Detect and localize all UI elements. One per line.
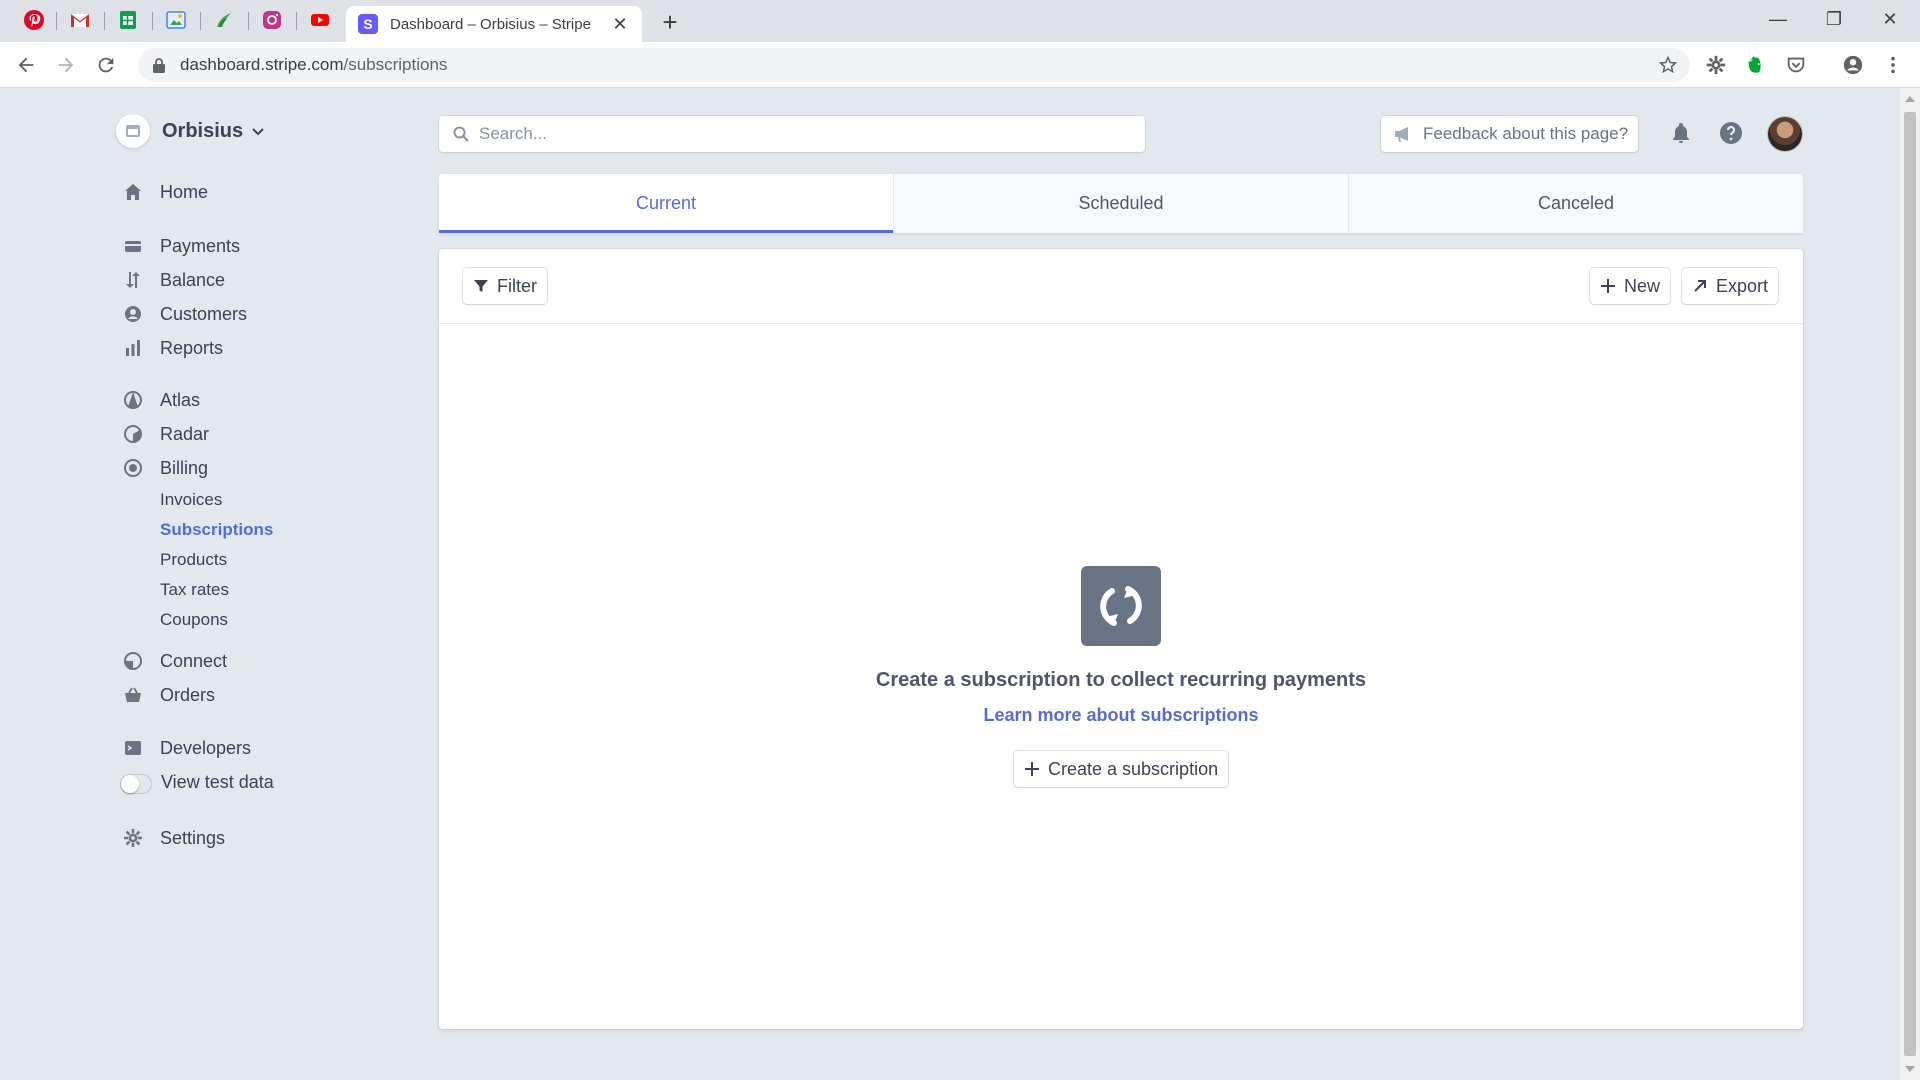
- scroll-down-arrow-icon[interactable]: [1905, 1066, 1915, 1072]
- billing-icon: [122, 457, 144, 479]
- sidebar-item-radar[interactable]: Radar: [122, 422, 209, 446]
- sidebar-subitem-coupons[interactable]: Coupons: [160, 610, 228, 630]
- megaphone-icon: [1395, 127, 1408, 142]
- scroll-up-arrow-icon[interactable]: [1905, 96, 1915, 102]
- lock-icon: [153, 58, 165, 73]
- customer-icon: [122, 303, 144, 325]
- sidebar-subitem-subscriptions[interactable]: Subscriptions: [160, 520, 273, 540]
- sidebar-item-connect[interactable]: Connect: [122, 649, 227, 673]
- browser-toolbar: dashboard.stripe.com/subscriptions: [0, 42, 1920, 88]
- tab-title: Dashboard – Orbisius – Stripe: [390, 15, 591, 33]
- payments-icon: [122, 235, 144, 257]
- help-icon[interactable]: [1716, 118, 1746, 148]
- new-tab-button[interactable]: +: [656, 7, 684, 37]
- close-tab-icon[interactable]: ✕: [610, 14, 630, 34]
- sidebar-subitem-tax-rates[interactable]: Tax rates: [160, 580, 229, 600]
- radar-icon: [122, 423, 144, 445]
- settings-gear-icon: [122, 827, 144, 849]
- page-scrollbar[interactable]: [1900, 88, 1920, 1080]
- chevron-down-icon: [252, 128, 264, 136]
- search-input[interactable]: [479, 124, 1119, 144]
- recurring-subscription-icon: [1081, 566, 1161, 646]
- reports-chart-icon: [122, 337, 144, 359]
- evernote-icon[interactable]: [1743, 52, 1769, 78]
- reload-icon: [98, 57, 114, 73]
- maps-icon[interactable]: [164, 8, 188, 32]
- learn-more-link[interactable]: Learn more about subscriptions: [439, 705, 1803, 726]
- filter-funnel-icon: [474, 280, 488, 292]
- url-text: dashboard.stripe.com/subscriptions: [180, 55, 448, 74]
- filter-button[interactable]: Filter: [463, 268, 547, 304]
- bookmark-star-icon[interactable]: [1658, 55, 1678, 75]
- sidebar-item-payments[interactable]: Payments: [122, 234, 240, 258]
- stripe-favicon-icon: S: [358, 14, 378, 34]
- feedback-label: Feedback about this page?: [1423, 124, 1629, 143]
- back-button[interactable]: [10, 49, 42, 81]
- orders-basket-icon: [122, 684, 144, 706]
- sidebar-subitem-invoices[interactable]: Invoices: [160, 490, 222, 510]
- create-subscription-button[interactable]: Create a subscription: [1014, 751, 1229, 787]
- subscriptions-card: Filter New Export Create a subscription …: [439, 249, 1803, 1029]
- sidebar-item-billing[interactable]: Billing: [122, 456, 208, 480]
- google-sheets-icon[interactable]: [116, 8, 140, 32]
- forward-button[interactable]: [50, 49, 82, 81]
- new-subscription-button[interactable]: New: [1590, 268, 1671, 304]
- sidebar-item-customers[interactable]: Customers: [122, 302, 247, 326]
- developers-terminal-icon: [122, 737, 144, 759]
- sidebar-item-developers[interactable]: Developers: [122, 736, 251, 760]
- youtube-icon[interactable]: [308, 8, 332, 32]
- export-button[interactable]: Export: [1682, 268, 1779, 304]
- minimize-window-button[interactable]: —: [1758, 4, 1798, 34]
- sidebar-subitem-products[interactable]: Products: [160, 550, 227, 570]
- browser-menu-icon[interactable]: [1880, 52, 1906, 78]
- instagram-icon[interactable]: [260, 8, 284, 32]
- card-toolbar: Filter New Export: [439, 249, 1803, 324]
- sidebar-item-reports[interactable]: Reports: [122, 336, 223, 360]
- sidebar-item-orders[interactable]: Orders: [122, 683, 215, 707]
- connect-globe-icon: [122, 650, 144, 672]
- search-icon: [453, 126, 469, 142]
- extension-gear-icon[interactable]: [1703, 52, 1729, 78]
- sidebar-item-settings[interactable]: Settings: [122, 826, 225, 850]
- account-name: Orbisius: [162, 119, 244, 142]
- empty-state-title: Create a subscription to collect recurri…: [875, 669, 1367, 691]
- balance-arrows-icon: [122, 269, 144, 291]
- profile-icon[interactable]: [1840, 52, 1866, 78]
- maximize-window-button[interactable]: ❐: [1814, 4, 1854, 34]
- plus-icon: [1025, 762, 1039, 776]
- active-browser-tab[interactable]: S Dashboard – Orbisius – Stripe ✕: [346, 6, 642, 42]
- address-bar[interactable]: dashboard.stripe.com/subscriptions: [138, 48, 1690, 82]
- notifications-bell-icon[interactable]: [1666, 118, 1696, 148]
- sidebar-item-balance[interactable]: Balance: [122, 268, 225, 292]
- pocket-icon[interactable]: [1783, 52, 1809, 78]
- feedback-button[interactable]: Feedback about this page?: [1381, 116, 1638, 152]
- browser-tab-strip: S Dashboard – Orbisius – Stripe ✕ + — ❐ …: [0, 0, 1920, 42]
- user-avatar[interactable]: [1768, 117, 1802, 151]
- arrow-left-icon: [18, 57, 34, 73]
- tab-current[interactable]: Current: [439, 174, 894, 233]
- sidebar-item-home[interactable]: Home: [122, 180, 208, 204]
- arrow-right-icon: [58, 57, 74, 73]
- account-switcher[interactable]: Orbisius: [116, 114, 265, 148]
- reload-button[interactable]: [90, 49, 122, 81]
- scrollbar-thumb[interactable]: [1904, 112, 1916, 1056]
- home-icon: [122, 181, 144, 203]
- feedly-icon[interactable]: [212, 8, 236, 32]
- subscription-status-tabs: Current Scheduled Canceled: [439, 174, 1803, 233]
- view-test-data-toggle[interactable]: [120, 774, 152, 794]
- atlas-icon: [122, 389, 144, 411]
- close-window-button[interactable]: ✕: [1870, 4, 1910, 34]
- search-box[interactable]: [439, 116, 1145, 152]
- export-arrow-icon: [1694, 280, 1706, 292]
- tab-canceled[interactable]: Canceled: [1349, 174, 1803, 233]
- tab-scheduled[interactable]: Scheduled: [894, 174, 1349, 233]
- view-test-data-label: View test data: [161, 772, 274, 792]
- sidebar-item-atlas[interactable]: Atlas: [122, 388, 200, 412]
- plus-icon: [1601, 279, 1615, 293]
- pinterest-icon[interactable]: [22, 8, 46, 32]
- account-logo-icon: [116, 114, 150, 148]
- gmail-icon[interactable]: [68, 8, 92, 32]
